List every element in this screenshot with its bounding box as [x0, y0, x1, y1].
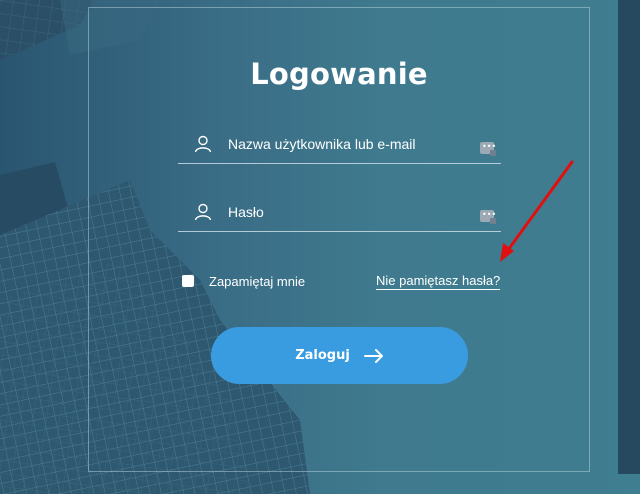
page-title: Logowanie	[250, 57, 428, 91]
password-manager-icon[interactable]: •••	[480, 210, 496, 224]
password-input[interactable]	[228, 201, 468, 223]
arrow-right-icon	[363, 348, 383, 363]
username-input[interactable]	[228, 133, 468, 155]
user-icon	[194, 135, 212, 153]
password-field[interactable]: •••	[178, 201, 501, 232]
login-button-label: Zaloguj	[295, 348, 350, 363]
remember-label[interactable]: Zapamiętaj mnie	[209, 274, 305, 289]
login-button[interactable]: Zaloguj	[211, 327, 468, 384]
login-page: Logowanie ••• ••• Zapamiętaj mnie Nie pa…	[0, 0, 640, 494]
username-field[interactable]: •••	[178, 133, 501, 164]
forgot-password-link[interactable]: Nie pamiętasz hasła?	[376, 273, 501, 290]
password-manager-icon[interactable]: •••	[480, 142, 496, 156]
remember-me[interactable]: Zapamiętaj mnie	[182, 272, 305, 290]
remember-checkbox[interactable]	[182, 275, 194, 287]
user-icon	[194, 203, 212, 221]
